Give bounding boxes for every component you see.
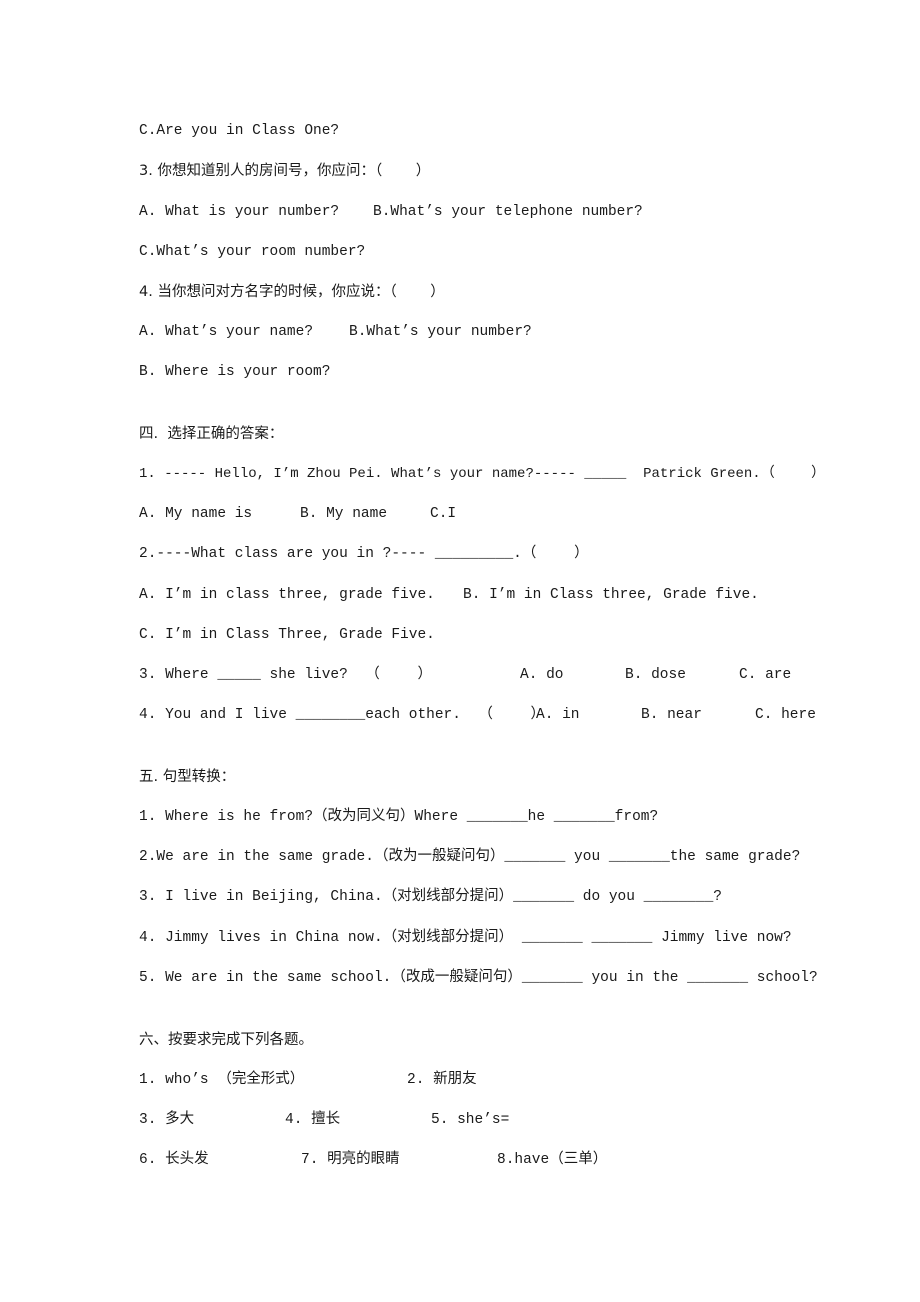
exercise-item: 1. Where is he from?（改为同义句）Where _______… xyxy=(139,809,659,825)
question-option: A. What’s your name? xyxy=(139,324,314,340)
question-option: B. dose xyxy=(625,667,686,683)
section-heading: 六、按要求完成下列各题。 xyxy=(139,1032,313,1048)
question-prompt: 4. You and I live ________each other. （ … xyxy=(139,707,546,723)
question-option: C. I’m in Class Three, Grade Five. xyxy=(139,627,435,643)
exercise-item: 6. 长头发 xyxy=(139,1152,209,1168)
document-page: C.Are you in Class One? 3. 你想知道别人的房间号，你应… xyxy=(0,0,920,1302)
exercise-item: 3. I live in Beijing, China.（对划线部分提问）___… xyxy=(139,889,722,905)
exercise-item: 2. 新朋友 xyxy=(407,1072,477,1088)
exercise-item: 4. 擅长 xyxy=(285,1112,341,1128)
exercise-item: 1. who’s （完全形式） xyxy=(139,1072,305,1088)
question-option: B. near xyxy=(641,707,702,723)
exercise-item: 4. Jimmy lives in China now.（对划线部分提问） __… xyxy=(139,930,792,946)
question-option: B.What’s your telephone number? xyxy=(373,204,643,220)
question-option: A. My name is xyxy=(139,506,253,522)
question-option: C.Are you in Class One? xyxy=(139,123,340,139)
question-option: A. I’m in class three, grade five. xyxy=(139,587,435,603)
question-option: C.What’s your room number? xyxy=(139,244,366,260)
question-option: A. What is your number? xyxy=(139,204,340,220)
exercise-item: 3. 多大 xyxy=(139,1112,195,1128)
question-option: C.I xyxy=(430,506,457,522)
question-option: C. are xyxy=(739,667,792,683)
question-prompt: 4. 当你想问对方名字的时候，你应说：（ ） xyxy=(139,284,445,300)
question-option: B. I’m in Class three, Grade five. xyxy=(463,587,759,603)
question-option: A. in xyxy=(536,707,580,723)
exercise-item: 5. she’s= xyxy=(431,1112,510,1128)
exercise-item: 2.We are in the same grade.（改为一般疑问句）____… xyxy=(139,849,801,865)
question-option: C. here xyxy=(755,707,816,723)
question-prompt: 1. ----- Hello, I’m Zhou Pei. What’s you… xyxy=(139,466,826,482)
exercise-item: 5. We are in the same school.（改成一般疑问句）__… xyxy=(139,970,818,986)
question-option: B.What’s your number? xyxy=(349,324,532,340)
section-heading: 四. 选择正确的答案： xyxy=(139,426,284,442)
question-prompt: 2.----What class are you in ?---- ______… xyxy=(139,546,589,562)
question-prompt: 3. 你想知道别人的房间号，你应问：（ ） xyxy=(139,163,431,179)
question-option: A. do xyxy=(520,667,564,683)
question-prompt: 3. Where _____ she live? （ ） xyxy=(139,667,432,683)
exercise-item: 8.have（三单） xyxy=(497,1152,608,1168)
section-heading: 五. 句型转换： xyxy=(139,769,236,785)
question-option: B. Where is your room? xyxy=(139,364,331,380)
exercise-item: 7. 明亮的眼睛 xyxy=(301,1152,400,1168)
question-option: B. My name xyxy=(300,506,388,522)
